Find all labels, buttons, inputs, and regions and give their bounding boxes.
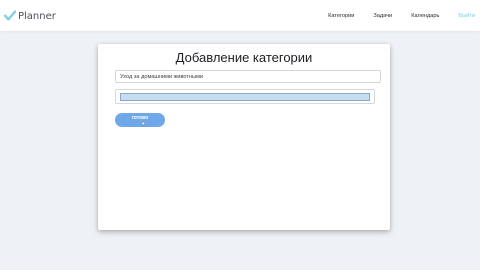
brand-name: Planner [18, 10, 56, 22]
mouse-pointer-icon [142, 121, 146, 126]
submit-button[interactable]: готово [115, 113, 165, 127]
main-nav: Категории Задачи Календарь Выйти [309, 0, 475, 31]
category-name-input[interactable] [115, 70, 381, 83]
submit-button-label: готово [131, 115, 149, 121]
add-category-card: Добавление категории готово [98, 44, 390, 230]
page-title: Добавление категории [175, 50, 313, 65]
nav-tasks-link[interactable]: Задачи [373, 13, 392, 19]
category-color-picker[interactable] [115, 89, 375, 104]
nav-logout-link[interactable]: Выйти [458, 13, 475, 19]
color-swatch [120, 93, 370, 101]
top-navbar: Planner Категории Задачи Календарь Выйти [0, 0, 480, 31]
checkmark-logo-icon [4, 10, 16, 22]
nav-calendar-link[interactable]: Календарь [411, 13, 439, 19]
brand[interactable]: Planner [4, 7, 56, 25]
nav-categories-link[interactable]: Категории [328, 13, 354, 19]
